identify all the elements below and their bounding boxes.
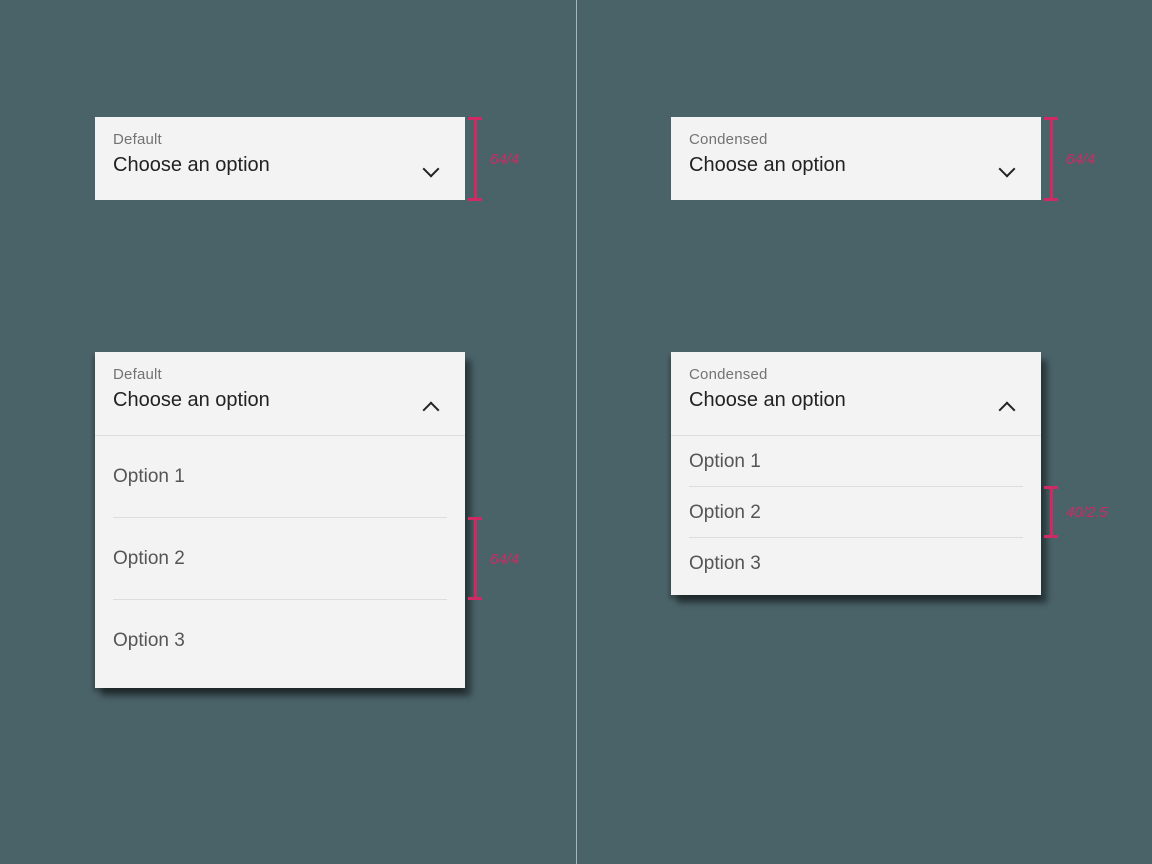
- panel-default: Default Choose an option 64/4 Default Ch…: [0, 0, 576, 864]
- dropdown-option[interactable]: Option 3: [689, 538, 1023, 589]
- dropdown-header: Condensed Choose an option: [671, 352, 1041, 435]
- dropdown-list: Option 1 Option 2 Option 3: [95, 435, 465, 688]
- chevron-down-icon: [999, 163, 1017, 181]
- dropdown-label: Default: [113, 131, 447, 148]
- chevron-up-icon: [423, 398, 441, 416]
- measure-label: 64/4: [1066, 151, 1095, 168]
- measure-label: 64/4: [490, 151, 519, 168]
- dropdown-option[interactable]: Option 3: [113, 600, 447, 682]
- dropdown-condensed-closed[interactable]: Condensed Choose an option: [671, 117, 1041, 200]
- chevron-up-icon: [999, 398, 1017, 416]
- dropdown-option[interactable]: Option 2: [113, 518, 447, 600]
- dropdown-value: Choose an option: [113, 154, 447, 177]
- dropdown-label: Default: [113, 366, 447, 383]
- measure-label: 40/2.5: [1066, 504, 1108, 521]
- dropdown-option[interactable]: Option 1: [689, 436, 1023, 487]
- dropdown-value: Choose an option: [689, 389, 1023, 412]
- dropdown-header: Default Choose an option: [95, 117, 465, 200]
- dropdown-option[interactable]: Option 1: [113, 436, 447, 518]
- dropdown-list: Option 1 Option 2 Option 3: [671, 435, 1041, 595]
- chevron-down-icon: [423, 163, 441, 181]
- dropdown-header: Default Choose an option: [95, 352, 465, 435]
- dropdown-default-closed[interactable]: Default Choose an option: [95, 117, 465, 200]
- dropdown-default-open[interactable]: Default Choose an option Option 1 Option…: [95, 352, 465, 688]
- dropdown-label: Condensed: [689, 366, 1023, 383]
- dropdown-option[interactable]: Option 2: [689, 487, 1023, 538]
- dropdown-label: Condensed: [689, 131, 1023, 148]
- panel-condensed: Condensed Choose an option 64/4 Condense…: [576, 0, 1152, 864]
- dropdown-value: Choose an option: [689, 154, 1023, 177]
- measure-label: 64/4: [490, 551, 519, 568]
- dropdown-value: Choose an option: [113, 389, 447, 412]
- dropdown-header: Condensed Choose an option: [671, 117, 1041, 200]
- dropdown-condensed-open[interactable]: Condensed Choose an option Option 1 Opti…: [671, 352, 1041, 595]
